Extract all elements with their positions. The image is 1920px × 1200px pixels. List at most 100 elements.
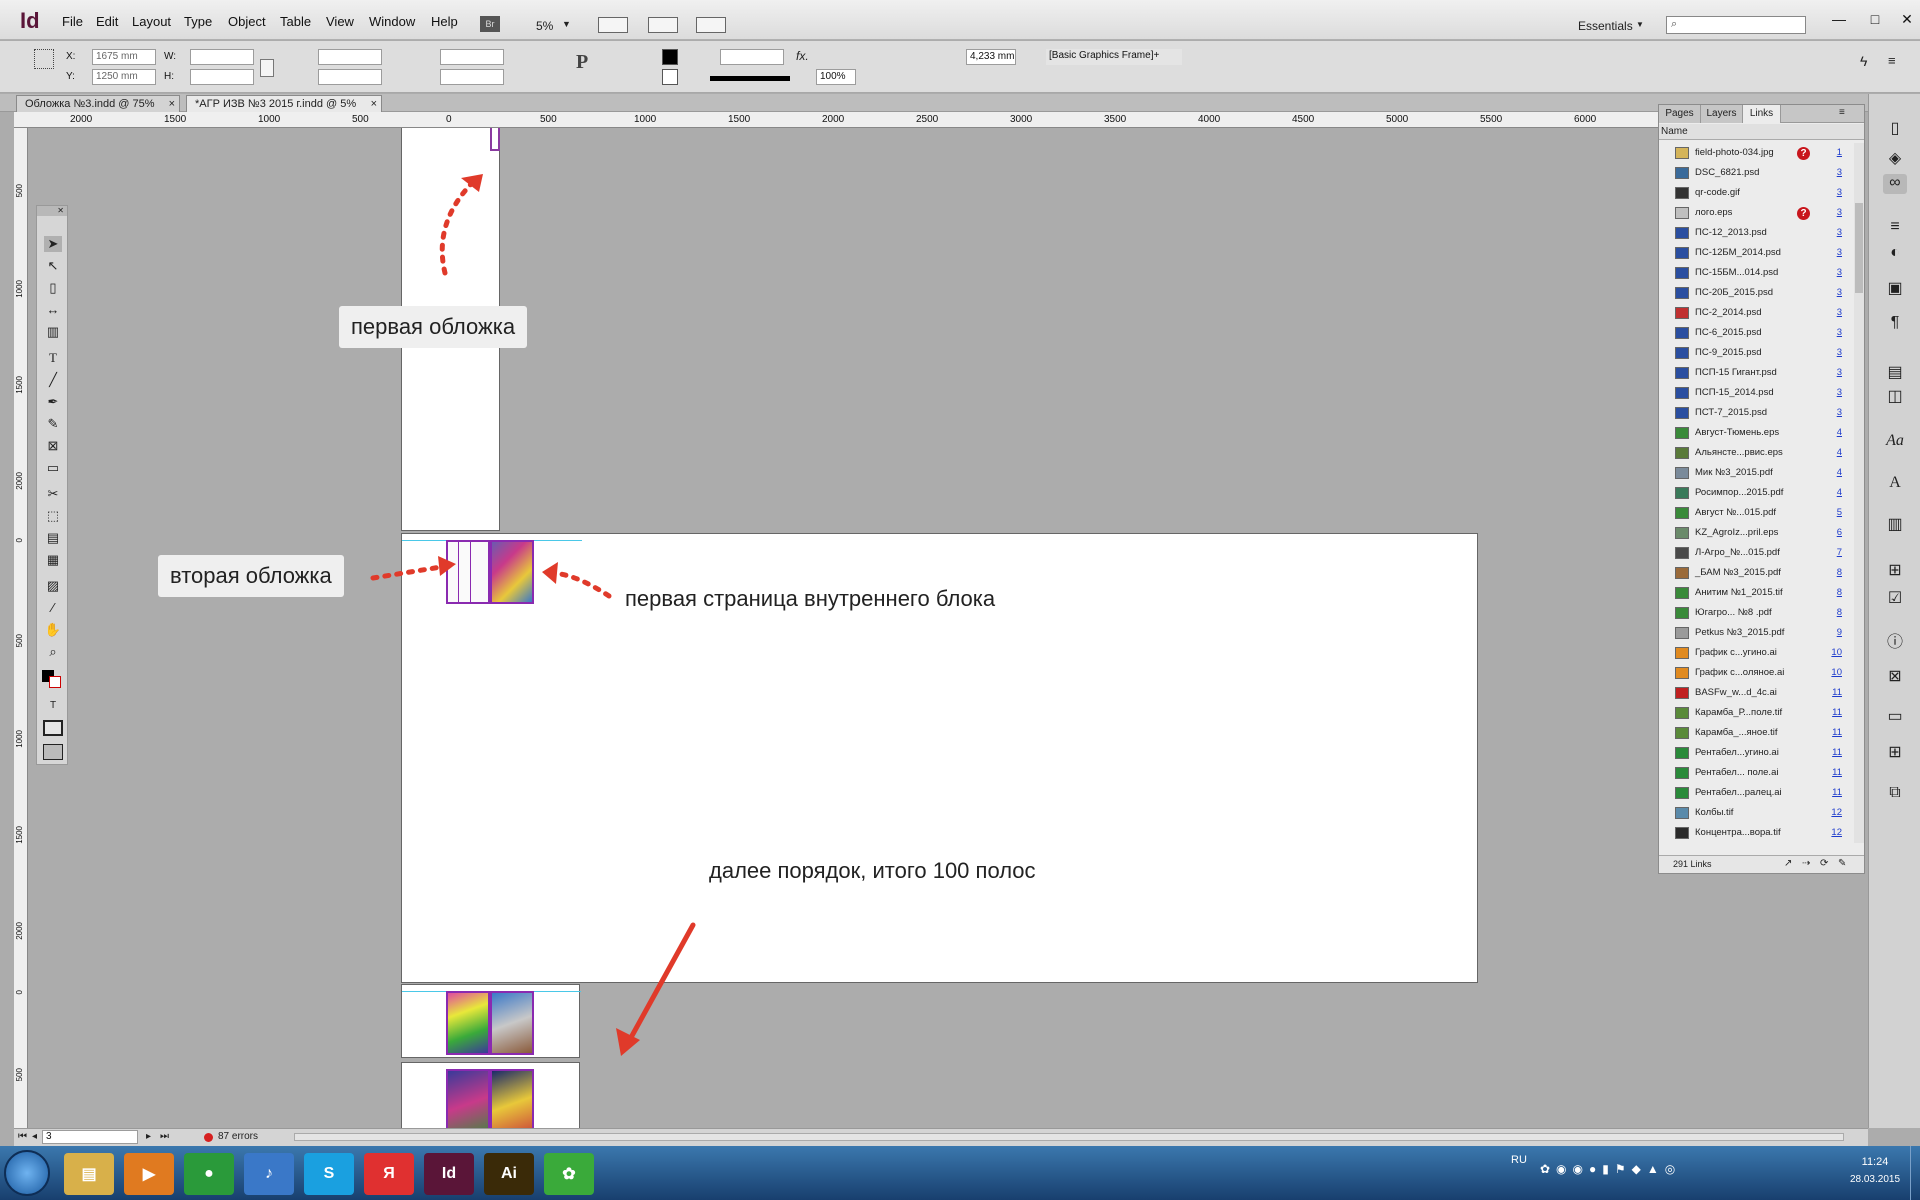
link-row[interactable]: Карамба_...яное.tif 11 — [1659, 723, 1854, 743]
link-page-number[interactable]: 8 — [1837, 603, 1842, 623]
link-page-number[interactable]: 3 — [1837, 223, 1842, 243]
link-row[interactable]: Альянсте...рвис.eps 4 — [1659, 443, 1854, 463]
close-icon[interactable]: × — [371, 96, 377, 112]
taskbar-media-player-button[interactable]: ▶ — [124, 1153, 174, 1195]
preflight-errors[interactable]: 87 errors — [218, 1131, 258, 1142]
stroke-weight-select[interactable] — [720, 49, 784, 65]
note-tool-icon[interactable]: ▨ — [44, 578, 62, 594]
edit-original-icon[interactable]: ✎ — [1838, 858, 1846, 869]
panel-menu-icon[interactable]: ≡ — [1839, 107, 1845, 118]
link-row[interactable]: BASFw_w...d_4c.ai 11 — [1659, 683, 1854, 703]
missing-link-icon[interactable]: ? — [1797, 147, 1810, 160]
links-list[interactable]: field-photo-034.jpg? 1 DSC_6821.psd 3 qr-cod… — [1659, 143, 1854, 843]
pasteboard[interactable]: первая обложка вторая обложка первая стр… — [28, 128, 1658, 1128]
effects-icon[interactable]: fx. — [796, 49, 809, 63]
scrollbar-thumb[interactable] — [1855, 203, 1863, 293]
link-row[interactable]: Август №...015.pdf 5 — [1659, 503, 1854, 523]
close-button[interactable]: ✕ — [1888, 6, 1920, 32]
object-style-select[interactable]: [Basic Graphics Frame]+ — [1046, 49, 1182, 65]
formatting-affects-icon[interactable]: T — [44, 698, 62, 714]
tab-layers[interactable]: Layers — [1701, 105, 1743, 123]
taskbar-icq-button[interactable]: ✿ — [544, 1153, 594, 1195]
selection-tool-icon[interactable]: ➤ — [44, 236, 62, 252]
link-page-number[interactable]: 5 — [1837, 503, 1842, 523]
arrange-documents-icon[interactable] — [696, 17, 726, 33]
taskbar-skype-button[interactable]: S — [304, 1153, 354, 1195]
menu-edit[interactable]: Edit — [96, 14, 118, 29]
link-page-number[interactable]: 8 — [1837, 563, 1842, 583]
collapse-panel-icon[interactable]: ✕ — [37, 206, 67, 216]
link-row[interactable]: Л-Агро_№...015.pdf 7 — [1659, 543, 1854, 563]
link-page-number[interactable]: 10 — [1831, 663, 1842, 683]
link-page-number[interactable]: 4 — [1837, 483, 1842, 503]
workspace-switcher[interactable]: Essentials — [1578, 19, 1633, 33]
link-page-number[interactable]: 1 — [1837, 143, 1842, 163]
stroke-panel-icon[interactable]: ≡ — [1883, 218, 1907, 238]
scripts-icon[interactable]: ⊠ — [1883, 666, 1907, 686]
tab-obl-indd[interactable]: Обложка №3.indd @ 75% × — [16, 95, 180, 112]
tab-pages[interactable]: Pages — [1659, 105, 1701, 123]
scale-x-field[interactable] — [318, 49, 382, 65]
h-field[interactable] — [190, 69, 254, 85]
link-page-number[interactable]: 3 — [1837, 323, 1842, 343]
pages-panel-icon[interactable]: ▯ — [1883, 118, 1907, 138]
link-page-number[interactable]: 8 — [1837, 583, 1842, 603]
menu-help[interactable]: Help — [431, 14, 458, 29]
link-page-number[interactable]: 3 — [1837, 243, 1842, 263]
link-page-number[interactable]: 3 — [1837, 203, 1842, 223]
start-button[interactable] — [4, 1150, 50, 1196]
link-row[interactable]: График с...угино.ai 10 — [1659, 643, 1854, 663]
bridge-button[interactable]: Br — [480, 16, 500, 32]
link-row[interactable]: График с...оляное.ai 10 — [1659, 663, 1854, 683]
link-row[interactable]: ПС-9_2015.psd 3 — [1659, 343, 1854, 363]
panel-menu-icon[interactable]: ≡ — [1888, 53, 1896, 68]
next-page-icon[interactable]: ▸ — [146, 1131, 151, 1142]
link-page-number[interactable]: 12 — [1831, 823, 1842, 843]
link-page-number[interactable]: 9 — [1837, 623, 1842, 643]
gradient-swatch-tool-icon[interactable]: ▤ — [44, 530, 62, 546]
link-page-number[interactable]: 3 — [1837, 403, 1842, 423]
link-row[interactable]: Рентабел...угино.ai 11 — [1659, 743, 1854, 763]
line-tool-icon[interactable]: ╱ — [44, 372, 62, 388]
pathfinder-icon[interactable]: ◫ — [1883, 386, 1907, 406]
link-row[interactable]: DSC_6821.psd 3 — [1659, 163, 1854, 183]
pen-tool-icon[interactable]: ✒ — [44, 394, 62, 410]
info-icon[interactable]: ⓘ — [1883, 628, 1907, 651]
clock-date[interactable]: 28.03.2015 — [1840, 1174, 1910, 1185]
eyedropper-tool-icon[interactable]: ⁄ — [44, 600, 62, 616]
link-page-number[interactable]: 3 — [1837, 183, 1842, 203]
link-page-number[interactable]: 3 — [1837, 263, 1842, 283]
previous-page-icon[interactable]: ◂ — [32, 1131, 37, 1142]
link-page-number[interactable]: 3 — [1837, 163, 1842, 183]
link-page-number[interactable]: 6 — [1837, 523, 1842, 543]
link-page-number[interactable]: 3 — [1837, 343, 1842, 363]
hyperlinks-icon[interactable]: ⊞ — [1883, 560, 1907, 580]
link-page-number[interactable]: 3 — [1837, 363, 1842, 383]
scissors-tool-icon[interactable]: ✂ — [44, 486, 62, 502]
page-tool-icon[interactable]: ▯ — [44, 280, 62, 296]
tab-links[interactable]: Links — [1743, 105, 1781, 123]
link-row[interactable]: ПС-12БМ_2014.psd 3 — [1659, 243, 1854, 263]
link-row[interactable]: ПС-12_2013.psd 3 — [1659, 223, 1854, 243]
menu-table[interactable]: Table — [280, 14, 311, 29]
link-page-number[interactable]: 3 — [1837, 383, 1842, 403]
link-page-number[interactable]: 7 — [1837, 543, 1842, 563]
link-page-number[interactable]: 4 — [1837, 443, 1842, 463]
link-page-number[interactable]: 11 — [1832, 703, 1842, 723]
rectangle-frame-tool-icon[interactable]: ⊠ — [44, 438, 62, 454]
link-row[interactable]: ПС-2_2014.psd 3 — [1659, 303, 1854, 323]
taskbar-audio-button[interactable]: ♪ — [244, 1153, 294, 1195]
update-link-icon[interactable]: ⟳ — [1820, 858, 1828, 869]
table-panel-icon[interactable]: ⊞ — [1883, 742, 1907, 762]
menu-object[interactable]: Object — [228, 14, 266, 29]
link-row[interactable]: Мик №3_2015.pdf 4 — [1659, 463, 1854, 483]
link-page-number[interactable]: 3 — [1837, 303, 1842, 323]
navigator-icon[interactable]: ⧉ — [1883, 784, 1907, 804]
link-row[interactable]: Югагро... №8 .pdf 8 — [1659, 603, 1854, 623]
link-row[interactable]: KZ_AgroIz...pril.eps 6 — [1659, 523, 1854, 543]
link-row[interactable]: Росимпор...2015.pdf 4 — [1659, 483, 1854, 503]
paragraph-styles-icon[interactable]: ¶ — [1883, 314, 1907, 334]
link-row[interactable]: ПСП-15 Гигант.psd 3 — [1659, 363, 1854, 383]
link-page-number[interactable]: 11 — [1832, 743, 1842, 763]
link-row[interactable]: qr-code.gif 3 — [1659, 183, 1854, 203]
